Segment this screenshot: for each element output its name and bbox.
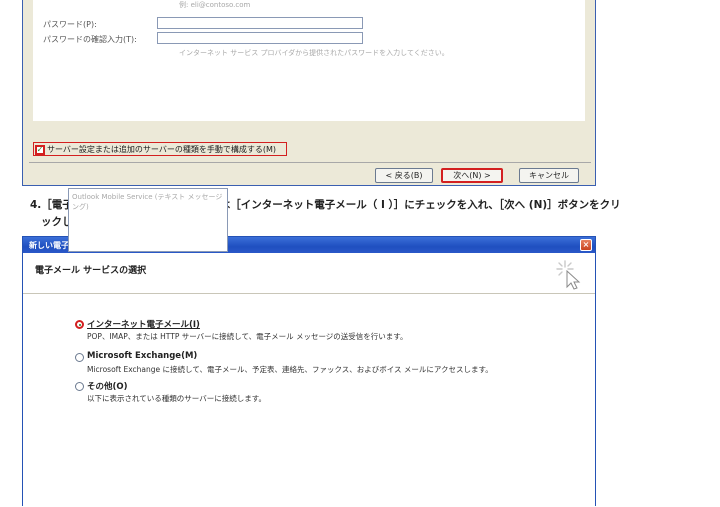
cursor-sparkle-icon: [556, 260, 581, 290]
other-desc: 以下に表示されている種類のサーバーに接続します。: [87, 394, 266, 403]
cancel-button[interactable]: キャンセル: [519, 168, 579, 183]
close-icon[interactable]: ×: [580, 239, 592, 251]
internet-email-label[interactable]: インターネット電子メール(I): [87, 318, 200, 330]
other-radio[interactable]: [75, 382, 84, 391]
next-button[interactable]: 次へ(N) >: [441, 168, 503, 183]
manual-config-option[interactable]: ✓ サーバー設定または追加のサーバーの種類を手動で構成する(M): [33, 142, 287, 156]
email-example-hint: 例: eli@contoso.com: [179, 1, 251, 9]
list-item[interactable]: Outlook Mobile Service (テキスト メッセージング): [69, 189, 227, 215]
email-service-dialog: 新しい電子メール アカウントの追加 × 電子メール サービスの選択 インターネッ…: [22, 236, 596, 507]
account-setup-dialog: 例: eli@contoso.com パスワード(P): パスワードの確認入力(…: [22, 0, 596, 186]
exchange-desc: Microsoft Exchange に接続して、電子メール、予定表、連絡先、フ…: [87, 365, 493, 374]
exchange-label[interactable]: Microsoft Exchange(M): [87, 351, 197, 361]
exchange-radio[interactable]: [75, 353, 84, 362]
highlight-box: [33, 142, 287, 156]
other-label[interactable]: その他(O): [87, 380, 128, 392]
internet-email-desc: POP、IMAP、または HTTP サーバーに接続して、電子メール メッセージの…: [87, 332, 408, 341]
account-form-panel: 例: eli@contoso.com パスワード(P): パスワードの確認入力(…: [33, 0, 585, 121]
divider: [29, 162, 591, 163]
password-confirm-label: パスワードの確認入力(T):: [43, 35, 137, 44]
internet-email-radio[interactable]: [75, 320, 84, 329]
other-server-list[interactable]: Outlook Mobile Service (テキスト メッセージング): [68, 188, 228, 252]
password-confirm-field[interactable]: [157, 32, 363, 44]
dialog-header: 電子メール サービスの選択: [23, 253, 595, 294]
password-hint: インターネット サービス プロバイダから提供されたパスワードを入力してください。: [179, 49, 449, 57]
dialog-body: インターネット電子メール(I) POP、IMAP、または HTTP サーバーに接…: [23, 294, 595, 507]
password-field[interactable]: [157, 17, 363, 29]
password-label: パスワード(P):: [43, 20, 97, 29]
back-button[interactable]: < 戻る(B): [375, 168, 433, 183]
page-title: 電子メール サービスの選択: [35, 266, 147, 276]
